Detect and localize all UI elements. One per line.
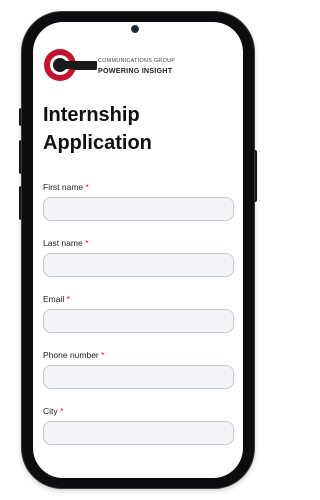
page-title-line-1: Internship bbox=[43, 104, 140, 126]
email-label-text: Email bbox=[43, 294, 65, 304]
first-name-label: First name * bbox=[43, 182, 89, 192]
email-input[interactable] bbox=[43, 309, 234, 333]
first-name-label-text: First name bbox=[43, 182, 84, 192]
last-name-input[interactable] bbox=[43, 253, 234, 277]
logo-tagline-bottom: POWERING INSIGHT bbox=[98, 66, 173, 75]
phone-number-label: Phone number * bbox=[43, 350, 104, 360]
required-asterisk: * bbox=[85, 238, 89, 248]
first-name-input[interactable] bbox=[43, 197, 234, 221]
company-logo: COMMUNICATIONS GROUP POWERING INSIGHT bbox=[43, 48, 193, 82]
page-title-line-2: Application bbox=[43, 132, 152, 154]
required-asterisk: * bbox=[66, 294, 70, 304]
email-label: Email * bbox=[43, 294, 70, 304]
required-asterisk: * bbox=[101, 350, 105, 360]
required-asterisk: * bbox=[60, 406, 64, 416]
phone-number-input[interactable] bbox=[43, 365, 234, 389]
page-title: Internship Application bbox=[43, 101, 223, 157]
required-asterisk: * bbox=[85, 182, 89, 192]
city-input[interactable] bbox=[43, 421, 234, 445]
phone-number-label-text: Phone number bbox=[43, 350, 99, 360]
last-name-label-text: Last name bbox=[43, 238, 83, 248]
phone-screen bbox=[33, 22, 243, 478]
camera-dot bbox=[132, 26, 138, 32]
logo-tagline-top: COMMUNICATIONS GROUP bbox=[98, 58, 176, 64]
last-name-label: Last name * bbox=[43, 238, 88, 248]
city-label-text: City bbox=[43, 406, 58, 416]
city-label: City * bbox=[43, 406, 63, 416]
logo-bar bbox=[73, 61, 97, 70]
